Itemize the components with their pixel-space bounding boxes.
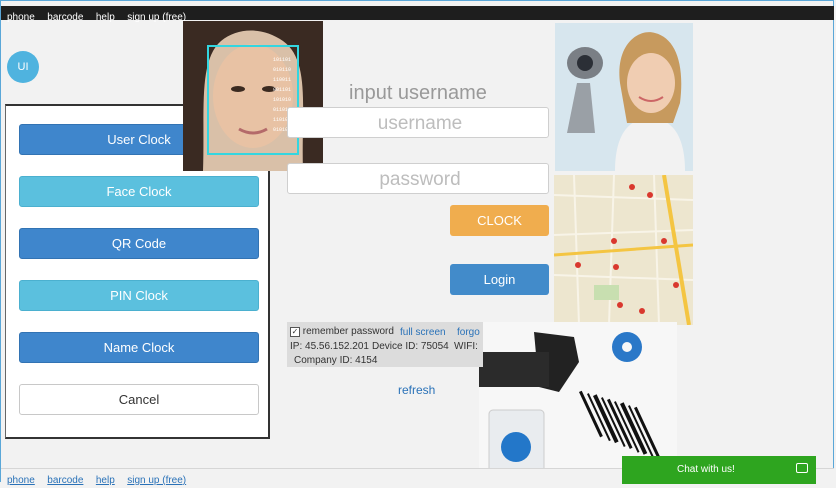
device-id: Device ID: 75054 xyxy=(372,341,449,352)
svg-text:001101: 001101 xyxy=(273,87,291,93)
login-title: input username xyxy=(349,82,487,104)
svg-text:101101: 101101 xyxy=(273,57,291,63)
nav-signup-link[interactable]: sign up (free) xyxy=(127,12,186,23)
clock-button[interactable]: CLOCK xyxy=(450,205,549,236)
chat-label: Chat with us! xyxy=(677,464,735,475)
nav-help-link[interactable]: help xyxy=(96,12,115,23)
wifi-label: WIFI: xyxy=(454,341,478,352)
username-field[interactable] xyxy=(288,108,552,139)
webcam-support-image xyxy=(555,23,693,171)
svg-text:110011: 110011 xyxy=(273,77,291,83)
footer-help-link[interactable]: help xyxy=(96,475,115,486)
remember-password-label: remember password xyxy=(302,326,394,337)
barcode-nfc-scanner-image xyxy=(479,322,677,476)
password-field[interactable] xyxy=(288,164,552,195)
svg-text:010110: 010110 xyxy=(273,67,291,73)
map-image xyxy=(554,175,693,325)
username-field-wrapper xyxy=(287,107,552,139)
qr-code-button[interactable]: QR Code xyxy=(19,228,259,259)
cancel-button[interactable]: Cancel xyxy=(19,384,259,415)
chat-widget[interactable]: Chat with us! xyxy=(622,456,816,484)
pin-clock-button[interactable]: PIN Clock xyxy=(19,280,259,311)
device-info-box: ✓ remember password full screen forgo IP… xyxy=(287,322,483,367)
face-recognition-image: 101101 010110 110011 001101 101010 011011 1… xyxy=(183,21,323,171)
remember-checkbox[interactable]: ✓ xyxy=(290,327,300,337)
login-button[interactable]: Login xyxy=(450,264,549,295)
footer-barcode-link[interactable]: barcode xyxy=(47,475,83,486)
ip-address: IP: 45.56.152.201 xyxy=(290,341,369,352)
chat-bubble-icon[interactable] xyxy=(796,463,808,473)
nav-barcode-link[interactable]: barcode xyxy=(47,12,83,23)
refresh-link[interactable]: refresh xyxy=(398,383,435,397)
name-clock-button[interactable]: Name Clock xyxy=(19,332,259,363)
password-field-wrapper xyxy=(287,163,552,195)
full-screen-link[interactable]: full screen xyxy=(400,327,446,338)
face-clock-button[interactable]: Face Clock xyxy=(19,176,259,207)
footer-phone-link[interactable]: phone xyxy=(7,475,35,486)
nav-phone-link[interactable]: phone xyxy=(7,12,35,23)
svg-text:101010: 101010 xyxy=(273,97,291,103)
forgot-link[interactable]: forgo xyxy=(457,327,480,338)
company-id: Company ID: 4154 xyxy=(294,355,378,366)
avatar[interactable]: UI xyxy=(7,51,39,83)
top-nav-bar: phone barcode help sign up (free) xyxy=(1,6,834,23)
footer-signup-link[interactable]: sign up (free) xyxy=(127,475,186,486)
